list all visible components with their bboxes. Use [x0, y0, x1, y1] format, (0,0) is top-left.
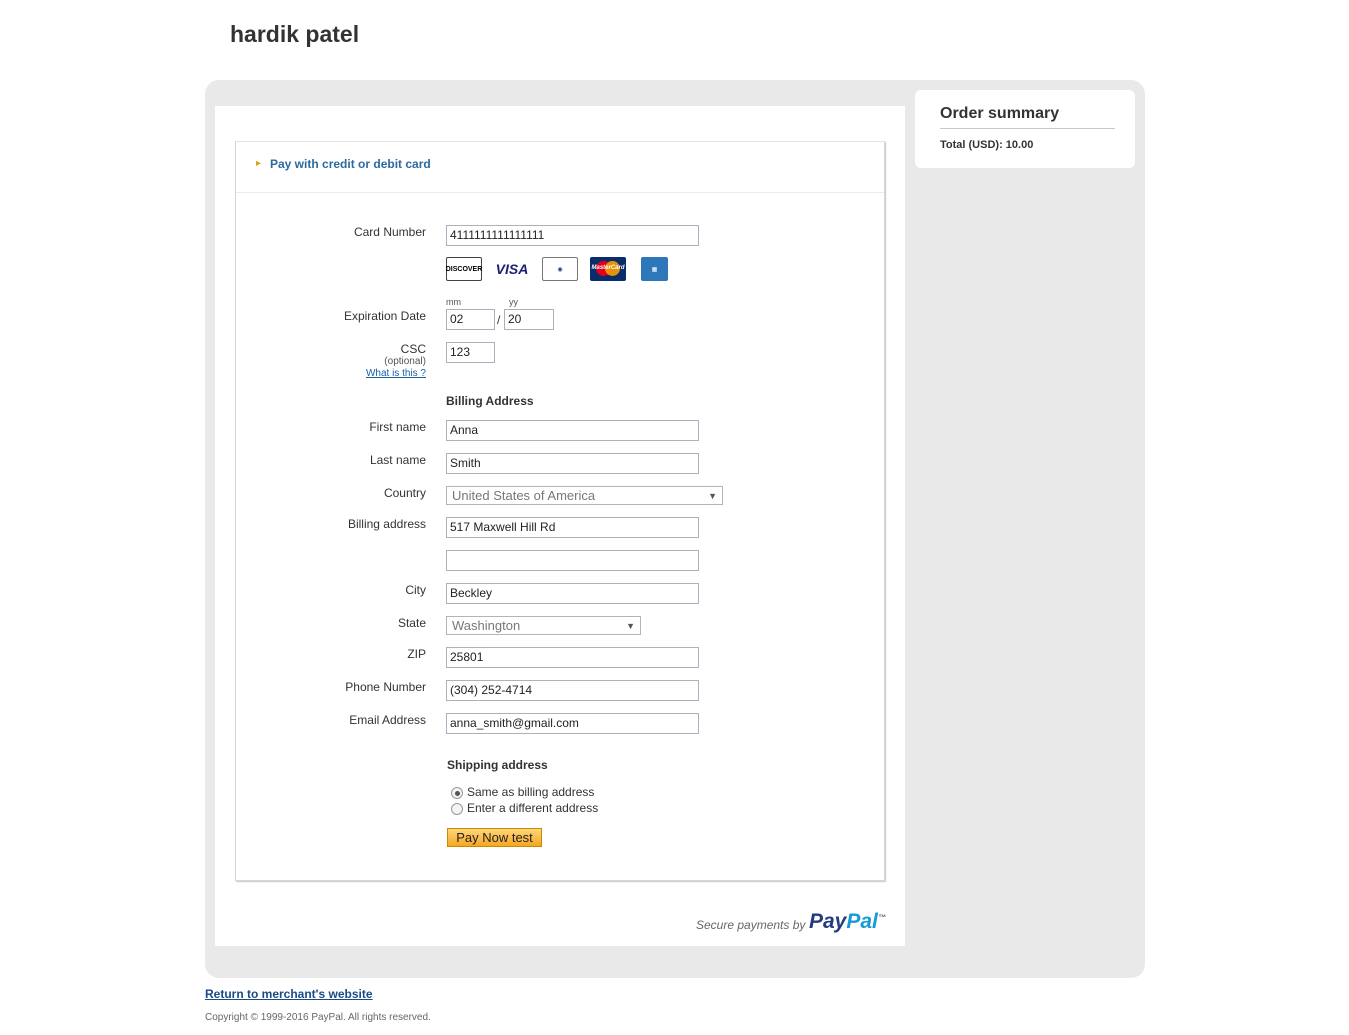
csc-help-link[interactable]: What is this ? — [366, 368, 426, 379]
expiry-separator: / — [497, 313, 501, 327]
email-input[interactable]: anna_smith@gmail.com — [446, 713, 699, 734]
expiration-label: Expiration Date — [343, 309, 426, 323]
address-line2-input[interactable] — [446, 550, 699, 571]
csc-optional-label: (optional) — [384, 356, 426, 367]
card-number-input[interactable]: 4111111111111111 — [446, 225, 699, 246]
pay-now-button[interactable]: Pay Now test — [447, 828, 542, 847]
copyright-text: Copyright © 1999-2016 PayPal. All rights… — [205, 1012, 431, 1023]
phone-input[interactable]: (304) 252-4714 — [446, 680, 699, 701]
expiry-year-input[interactable]: 20 — [504, 309, 554, 330]
return-to-merchant-link[interactable]: Return to merchant's website — [205, 987, 373, 1001]
paypal-logo: PayPal™ — [809, 910, 886, 933]
email-label: Email Address — [349, 713, 426, 727]
order-summary: Order summary Total (USD): 10.00 — [915, 90, 1135, 168]
expiry-month-input[interactable]: 02 — [446, 309, 495, 330]
order-summary-title: Order summary — [940, 105, 1115, 129]
different-address-label[interactable]: Enter a different address — [467, 801, 598, 815]
country-select[interactable]: United States of America ▼ — [446, 486, 723, 505]
card-form: ▸ Pay with credit or debit card — [235, 141, 885, 881]
year-hint: yy — [509, 297, 518, 307]
discover-icon: DISCOVER — [446, 257, 482, 281]
shipping-heading: Shipping address — [447, 758, 548, 772]
merchant-name: hardik patel — [230, 21, 360, 47]
chevron-right-icon: ▸ — [256, 158, 262, 169]
phone-label: Phone Number — [345, 680, 426, 694]
billing-address-label: Billing address — [347, 517, 426, 531]
zip-input[interactable]: 25801 — [446, 647, 699, 668]
mastercard-icon: MasterCard — [590, 257, 626, 281]
card-number-label: Card Number — [353, 225, 426, 239]
pay-with-card-header[interactable]: ▸ Pay with credit or debit card — [236, 142, 884, 193]
different-address-radio[interactable] — [451, 803, 463, 815]
state-select[interactable]: Washington ▼ — [446, 616, 641, 635]
csc-input[interactable]: 123 — [446, 342, 495, 363]
city-label: City — [405, 583, 426, 597]
billing-heading: Billing Address — [446, 394, 534, 408]
visa-icon: VISA — [494, 257, 530, 281]
first-name-input[interactable]: Anna — [446, 420, 699, 441]
same-address-radio[interactable] — [451, 787, 463, 799]
csc-label: CSC — [400, 342, 426, 356]
order-total: Total (USD): 10.00 — [940, 139, 1034, 151]
dropdown-arrow-icon: ▼ — [626, 621, 635, 631]
zip-label: ZIP — [407, 647, 426, 661]
amex-icon: ▦ — [641, 257, 668, 281]
secure-payments-text: Secure payments by — [696, 918, 806, 932]
address-line1-input[interactable]: 517 Maxwell Hill Rd — [446, 517, 699, 538]
first-name-label: First name — [369, 420, 426, 434]
same-address-label[interactable]: Same as billing address — [467, 785, 594, 799]
state-label: State — [397, 616, 426, 630]
city-input[interactable]: Beckley — [446, 583, 699, 604]
country-label: Country — [383, 486, 426, 500]
month-hint: mm — [446, 297, 461, 307]
pay-with-card-label[interactable]: Pay with credit or debit card — [270, 157, 431, 171]
last-name-label: Last name — [369, 453, 426, 467]
diners-club-icon: ◉ — [542, 257, 578, 281]
last-name-input[interactable]: Smith — [446, 453, 699, 474]
dropdown-arrow-icon: ▼ — [708, 491, 717, 501]
